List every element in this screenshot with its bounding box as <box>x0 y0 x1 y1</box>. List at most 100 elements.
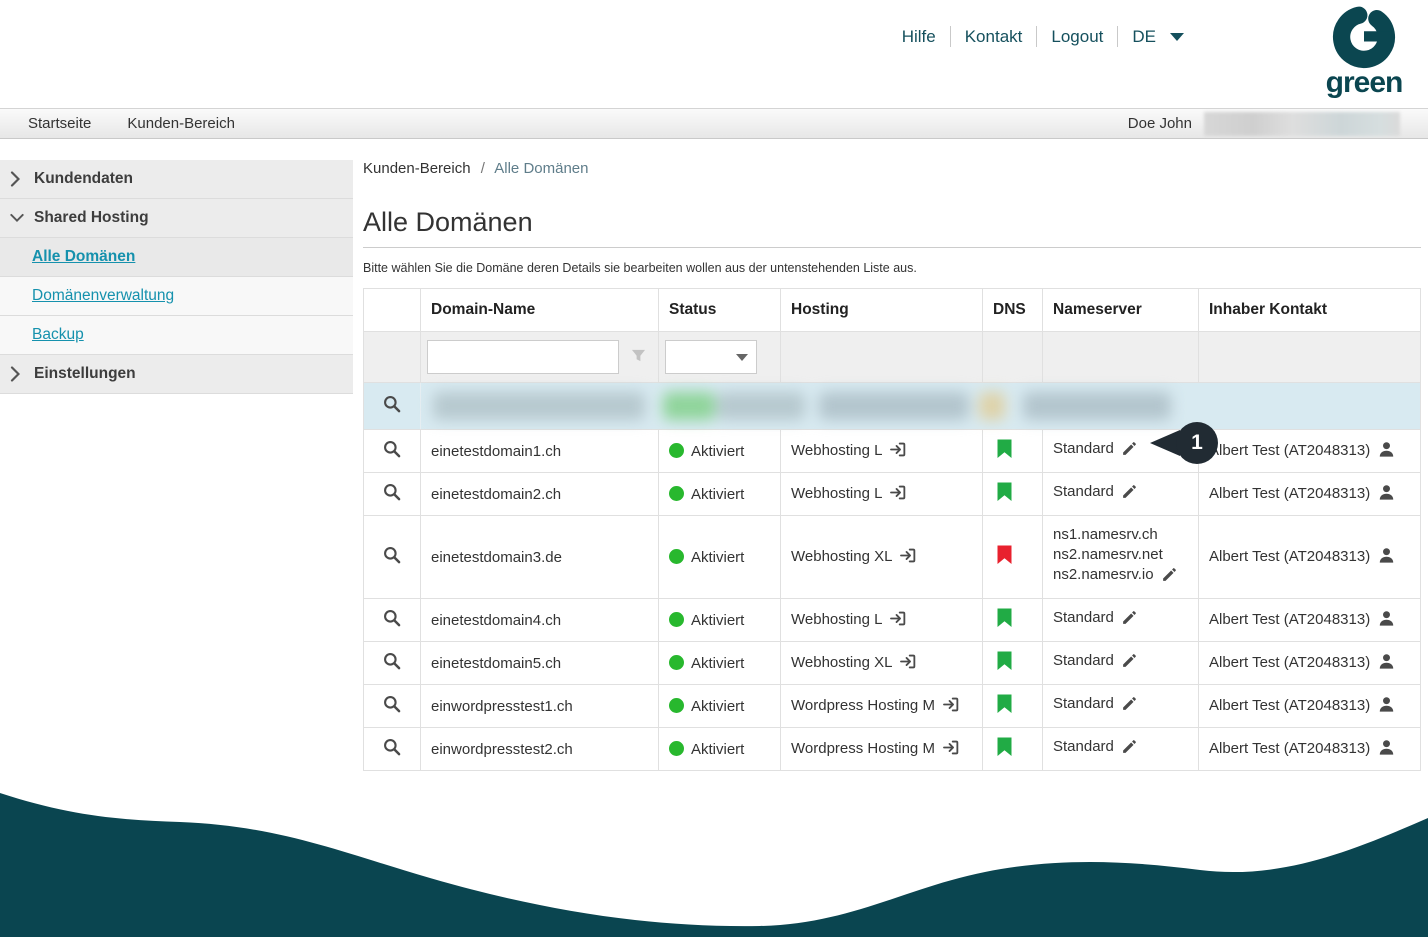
table-header-row: Domain-Name Status Hosting DNS Nameserve… <box>364 289 1421 332</box>
domain-name: einwordpresstest2.ch <box>431 741 573 758</box>
nav-item-kunden-bereich[interactable]: Kunden-Bereich <box>127 115 235 132</box>
column-header-status: Status <box>659 289 781 332</box>
pencil-icon[interactable] <box>1121 440 1138 463</box>
domain-name: einetestdomain4.ch <box>431 612 561 629</box>
sidebar-item-shared-hosting[interactable]: Shared Hosting <box>0 199 353 238</box>
person-icon[interactable] <box>1377 652 1396 675</box>
owner-label: Albert Test (AT2048313) <box>1209 654 1370 671</box>
filter-icon[interactable] <box>631 348 646 367</box>
contact-link[interactable]: Kontakt <box>951 27 1037 47</box>
owner-label: Albert Test (AT2048313) <box>1209 485 1370 502</box>
person-icon[interactable] <box>1377 483 1396 506</box>
status-cell: Aktiviert <box>659 685 781 728</box>
nameserver-values: Standard <box>1053 609 1114 626</box>
green-logo[interactable]: green <box>1316 5 1412 100</box>
bookmark-icon[interactable] <box>997 694 1012 718</box>
search-icon[interactable] <box>382 545 402 565</box>
help-link[interactable]: Hilfe <box>888 27 950 47</box>
hosting-label: Webhosting L <box>791 485 882 502</box>
sidebar-item-domaenenverwaltung[interactable]: Domänenverwaltung <box>0 277 353 316</box>
sidebar-link-label[interactable]: Domänenverwaltung <box>32 287 174 305</box>
search-icon[interactable] <box>382 394 402 414</box>
search-icon[interactable] <box>382 694 402 714</box>
language-selector[interactable]: DE <box>1118 27 1190 47</box>
nameserver-cell: Standard <box>1043 473 1199 516</box>
annotation-callout-1: 1 <box>1176 422 1218 464</box>
sidebar-item-backup[interactable]: Backup <box>0 316 353 355</box>
row-detail-cell <box>364 473 421 516</box>
search-icon[interactable] <box>382 737 402 757</box>
person-icon[interactable] <box>1377 695 1396 718</box>
nameserver-values: Standard <box>1053 440 1114 457</box>
login-icon[interactable] <box>942 695 961 718</box>
status-label: Aktiviert <box>691 655 744 672</box>
bookmark-icon[interactable] <box>997 482 1012 506</box>
search-icon[interactable] <box>382 482 402 502</box>
person-icon[interactable] <box>1377 609 1396 632</box>
domains-table-wrap: Domain-Name Status Hosting DNS Nameserve… <box>363 288 1421 771</box>
pencil-icon[interactable] <box>1121 738 1138 761</box>
row-detail-cell <box>364 599 421 642</box>
page-title: Alle Domänen <box>363 207 1421 238</box>
pencil-icon[interactable] <box>1121 695 1138 718</box>
nav-item-startseite[interactable]: Startseite <box>28 115 91 132</box>
chevron-right-icon <box>10 171 32 187</box>
redacted-content <box>421 383 1199 430</box>
dns-cell <box>983 599 1043 642</box>
main-panel: Kunden-Bereich / Alle Domänen Alle Domän… <box>363 160 1428 771</box>
sidebar-link-label[interactable]: Backup <box>32 326 84 344</box>
pencil-icon[interactable] <box>1161 566 1178 589</box>
nameserver-values: Standard <box>1053 695 1114 712</box>
search-icon[interactable] <box>382 439 402 459</box>
search-icon[interactable] <box>382 608 402 628</box>
sidebar-item-alle-domaenen[interactable]: Alle Domänen <box>0 238 353 277</box>
pencil-icon[interactable] <box>1121 609 1138 632</box>
status-dot <box>669 698 684 713</box>
pencil-icon[interactable] <box>1121 652 1138 675</box>
search-icon[interactable] <box>382 651 402 671</box>
domain-cell: einetestdomain4.ch <box>421 599 659 642</box>
domain-cell: einetestdomain3.de <box>421 516 659 599</box>
person-icon[interactable] <box>1377 738 1396 761</box>
sidebar-link-label[interactable]: Alle Domänen <box>32 248 135 266</box>
bookmark-icon[interactable] <box>997 545 1012 569</box>
column-header-nameserver: Nameserver <box>1043 289 1199 332</box>
status-filter-select[interactable] <box>665 340 757 374</box>
status-label: Aktiviert <box>691 698 744 715</box>
status-cell: Aktiviert <box>659 516 781 599</box>
login-icon[interactable] <box>899 546 918 569</box>
table-row: einwordpresstest1.ch Aktiviert Wordpress… <box>364 685 1421 728</box>
breadcrumb-current: Alle Domänen <box>494 160 588 177</box>
pencil-icon[interactable] <box>1121 483 1138 506</box>
login-icon[interactable] <box>889 440 908 463</box>
sidebar-item-kundendaten[interactable]: Kundendaten <box>0 160 353 199</box>
status-dot <box>669 549 684 564</box>
owner-cell: Albert Test (AT2048313) <box>1199 430 1421 473</box>
table-row: einetestdomain3.de Aktiviert Webhosting … <box>364 516 1421 599</box>
domain-name: einwordpresstest1.ch <box>431 698 573 715</box>
nameserver-values: Standard <box>1053 483 1114 500</box>
domain-filter-input[interactable] <box>427 340 619 374</box>
bookmark-icon[interactable] <box>997 439 1012 463</box>
person-icon[interactable] <box>1377 440 1396 463</box>
login-icon[interactable] <box>942 738 961 761</box>
logout-link[interactable]: Logout <box>1037 27 1117 47</box>
login-icon[interactable] <box>899 652 918 675</box>
login-icon[interactable] <box>889 609 908 632</box>
status-label: Aktiviert <box>691 612 744 629</box>
user-name: Doe John <box>1128 115 1192 132</box>
owner-label: Albert Test (AT2048313) <box>1209 548 1370 565</box>
sidebar-item-label: Shared Hosting <box>32 209 149 227</box>
login-icon[interactable] <box>889 483 908 506</box>
bookmark-icon[interactable] <box>997 737 1012 761</box>
bookmark-icon[interactable] <box>997 608 1012 632</box>
owner-cell: Albert Test (AT2048313) <box>1199 516 1421 599</box>
dns-cell <box>983 685 1043 728</box>
sidebar-item-einstellungen[interactable]: Einstellungen <box>0 355 353 394</box>
person-icon[interactable] <box>1377 546 1396 569</box>
bookmark-icon[interactable] <box>997 651 1012 675</box>
row-detail-cell <box>364 383 421 430</box>
breadcrumb-parent[interactable]: Kunden-Bereich <box>363 160 471 177</box>
hosting-label: Webhosting L <box>791 611 882 628</box>
logo-text: green <box>1316 66 1412 100</box>
